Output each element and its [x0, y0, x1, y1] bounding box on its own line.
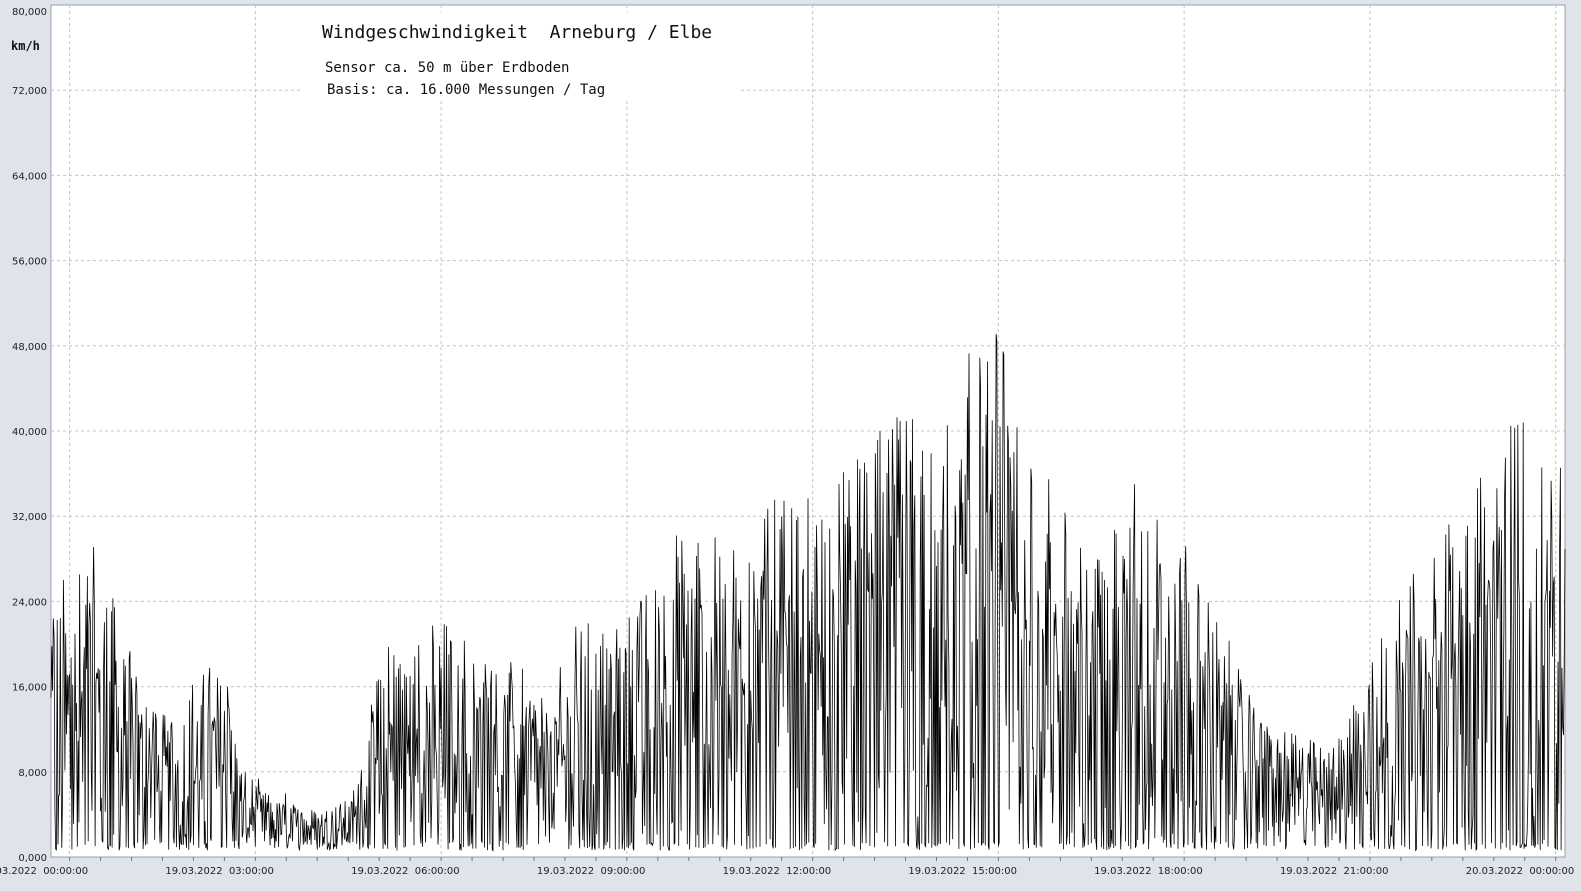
y-tick-label: 8,000: [18, 768, 47, 779]
x-tick-label: 19.03.2022 00:00:00: [0, 866, 88, 877]
chart-subtitle-2: Basis: ca. 16.000 Messungen / Tag: [327, 82, 605, 98]
y-tick-label: 48,000: [12, 342, 47, 353]
x-tick-label: 19.03.2022 21:00:00: [1280, 866, 1389, 877]
x-tick-label: 20.03.2022 00:00:00: [1466, 866, 1575, 877]
x-tick-label: 19.03.2022 03:00:00: [165, 866, 274, 877]
x-tick-label: 19.03.2022 15:00:00: [908, 866, 1017, 877]
x-tick-label: 19.03.2022 12:00:00: [723, 866, 832, 877]
chart-svg: 0,000 8,000 16,000 24,000 32,000 40,000 48,000…: [0, 0, 1581, 891]
y-tick-label: 32,000: [12, 512, 47, 523]
y-axis-unit-label: km/h: [11, 39, 40, 53]
y-tick-label: 72,000: [12, 86, 47, 97]
y-tick-label: 64,000: [12, 171, 47, 182]
y-tick-label: 56,000: [12, 257, 47, 268]
y-tick-label: 16,000: [12, 683, 47, 694]
y-tick-label: 24,000: [12, 597, 47, 608]
y-tick-label: 40,000: [12, 427, 47, 438]
x-tick-label: 19.03.2022 06:00:00: [351, 866, 460, 877]
x-tick-label: 19.03.2022 09:00:00: [537, 866, 646, 877]
y-tick-label: 80,000: [12, 7, 47, 18]
x-tick-label: 19.03.2022 18:00:00: [1094, 866, 1203, 877]
wind-speed-chart: 0,000 8,000 16,000 24,000 32,000 40,000 48,000…: [0, 0, 1581, 891]
y-tick-label: 0,000: [18, 853, 47, 864]
chart-title: Windgeschwindigkeit Arneburg / Elbe: [322, 22, 712, 43]
chart-subtitle-1: Sensor ca. 50 m über Erdboden: [325, 60, 569, 76]
